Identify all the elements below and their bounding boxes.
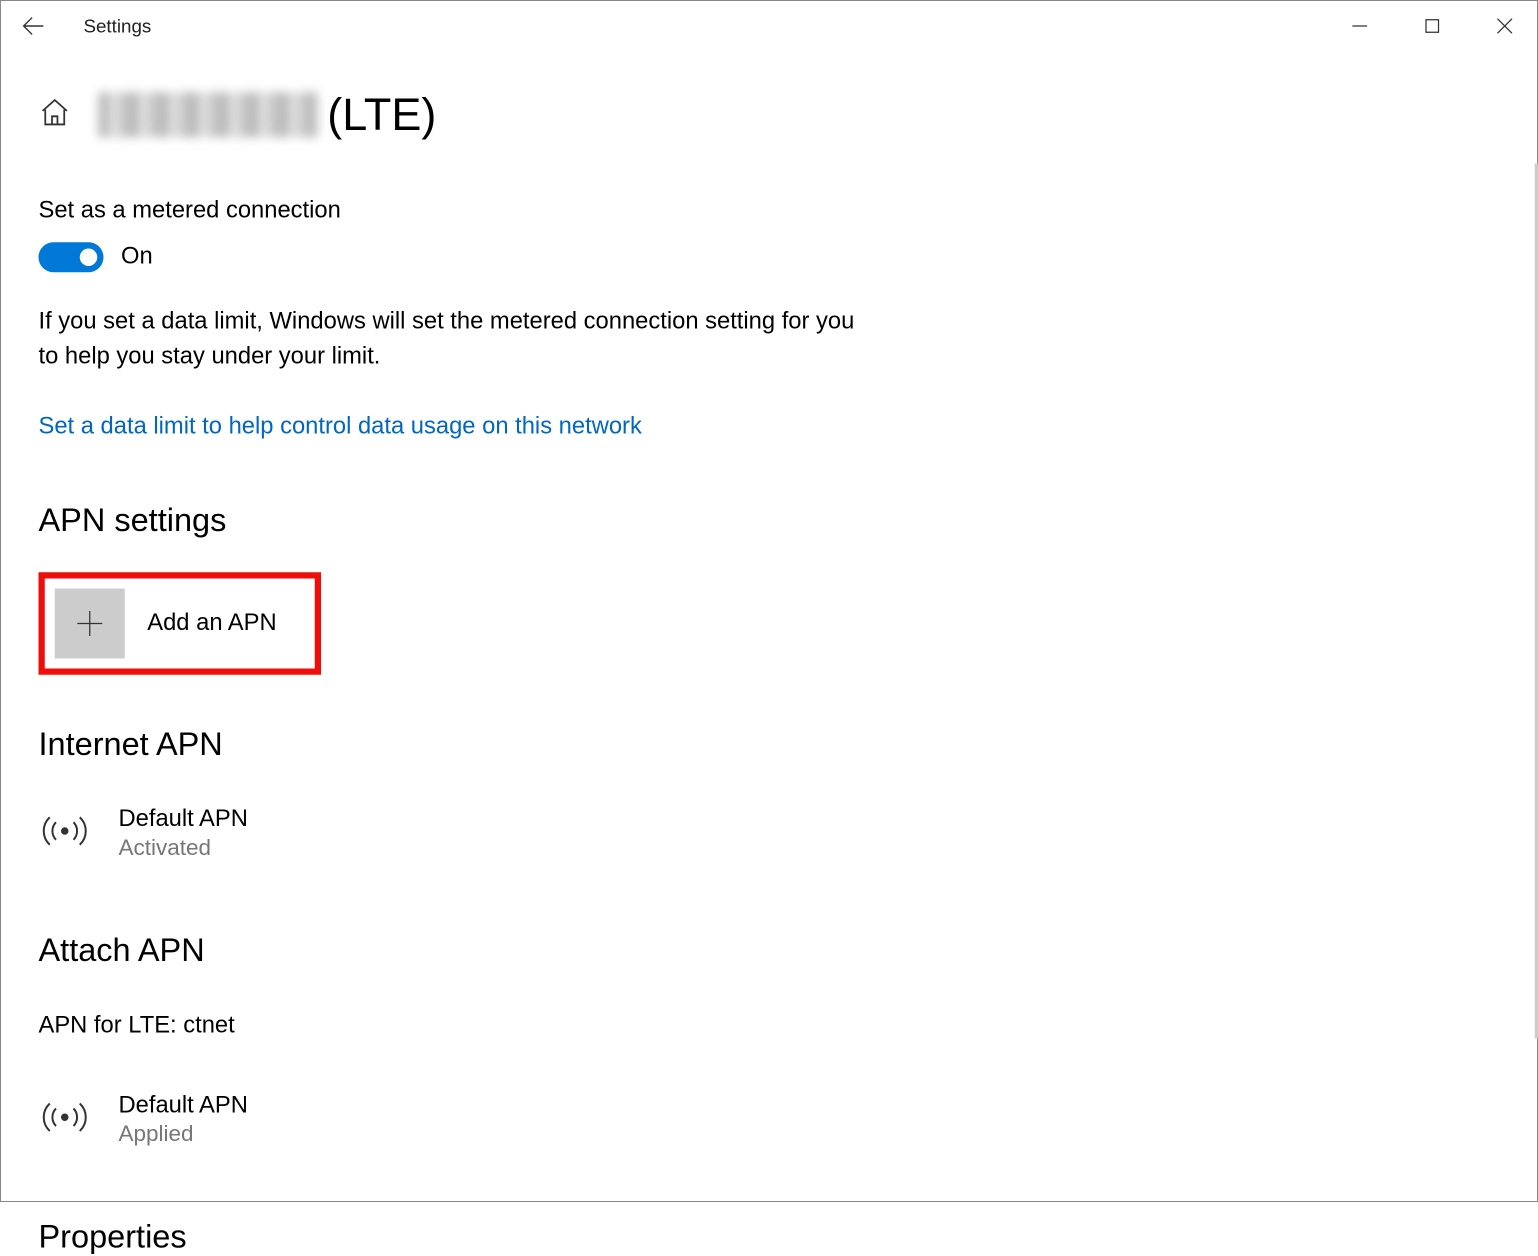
metered-label: Set as a metered connection (39, 197, 1504, 225)
metered-description: If you set a data limit, Windows will se… (39, 305, 864, 374)
carrier-name-blurred (99, 92, 318, 137)
properties-title: Properties (39, 1217, 1504, 1256)
metered-toggle-row: On (39, 242, 1504, 272)
maximize-button[interactable] (1396, 1, 1469, 51)
apn-status: Applied (119, 1121, 248, 1147)
apn-name: Default APN (119, 806, 248, 834)
maximize-icon (1425, 19, 1440, 34)
signal-icon (39, 1099, 92, 1140)
page-title-suffix: (LTE) (327, 89, 436, 142)
attach-apn-title: Attach APN (39, 931, 1504, 970)
data-limit-link[interactable]: Set a data limit to help control data us… (39, 414, 642, 442)
close-button[interactable] (1469, 1, 1538, 51)
window-controls (1324, 1, 1538, 51)
toggle-knob (80, 249, 98, 267)
window-title: Settings (84, 15, 152, 36)
apn-info: Default APN Activated (119, 806, 248, 861)
internet-apn-item[interactable]: Default APN Activated (39, 806, 1504, 861)
minimize-icon (1352, 19, 1367, 34)
add-apn-button[interactable]: Add an APN (39, 572, 321, 675)
apn-section-title: APN settings (39, 501, 1504, 540)
home-icon[interactable] (39, 95, 72, 134)
metered-toggle-state: On (121, 244, 153, 272)
titlebar: Settings (1, 1, 1538, 51)
page-header: (LTE) (39, 89, 1504, 142)
apn-info: Default APN Applied (119, 1092, 248, 1147)
internet-apn-title: Internet APN (39, 725, 1504, 764)
back-button[interactable] (9, 1, 59, 51)
attach-apn-item[interactable]: Default APN Applied (39, 1092, 1504, 1147)
plus-icon (76, 610, 104, 638)
plus-box (55, 589, 125, 659)
add-apn-label: Add an APN (147, 610, 276, 638)
apn-status: Activated (119, 835, 248, 861)
attach-apn-label: APN for LTE: ctnet (39, 1012, 1504, 1040)
signal-icon (39, 813, 92, 854)
apn-name: Default APN (119, 1092, 248, 1120)
close-icon (1497, 19, 1512, 34)
back-arrow-icon (22, 15, 45, 38)
minimize-button[interactable] (1324, 1, 1397, 51)
metered-toggle[interactable] (39, 242, 104, 272)
content-area: (LTE) Set as a metered connection On If … (1, 51, 1538, 1205)
